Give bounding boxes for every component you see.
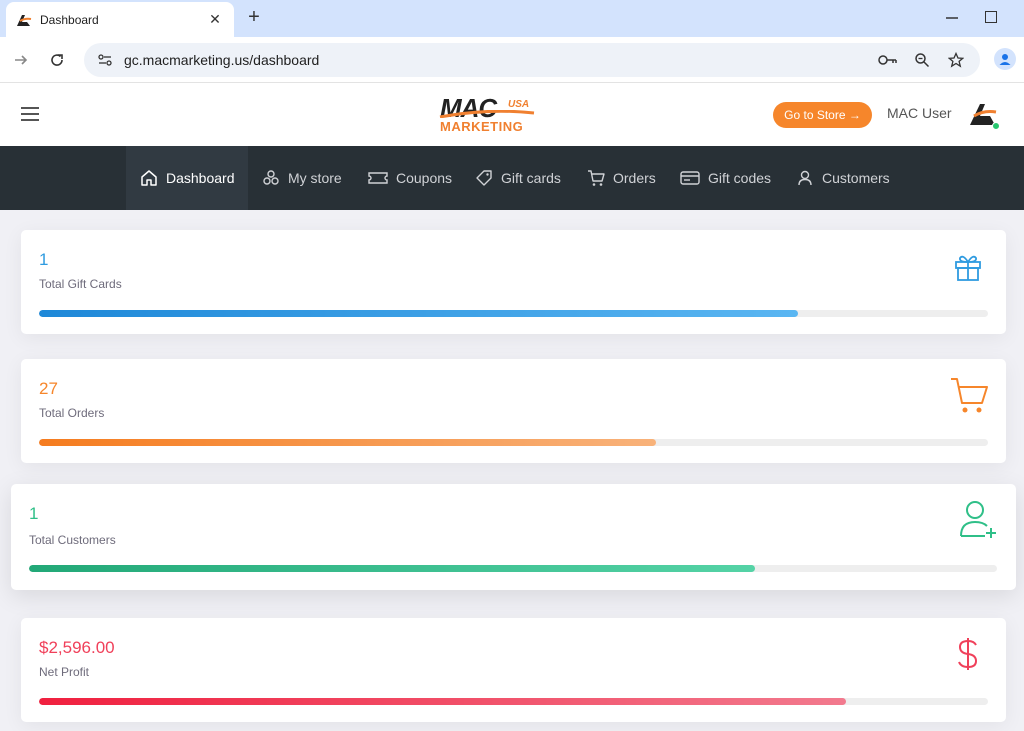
nav-label: Orders <box>613 170 656 186</box>
customers-progress-fill <box>29 565 755 572</box>
avatar[interactable] <box>968 101 1002 131</box>
nav-label: Dashboard <box>166 170 235 186</box>
stat-value: 1 <box>29 504 39 523</box>
tab-title: Dashboard <box>40 12 99 27</box>
stat-card-net-profit: $2,596.00 Net Profit <box>21 618 1006 722</box>
nav-label: My store <box>288 170 342 186</box>
minimize-icon[interactable] <box>944 8 960 28</box>
password-key-icon[interactable] <box>878 50 898 70</box>
nav-item-coupons[interactable]: Coupons <box>354 146 466 210</box>
nav-label: Gift cards <box>501 170 561 186</box>
profile-icon[interactable] <box>994 48 1016 70</box>
stat-label: Total Gift Cards <box>39 277 122 291</box>
cart-icon <box>587 169 605 187</box>
user-name[interactable]: MAC User <box>887 105 952 121</box>
maximize-icon[interactable] <box>985 11 997 23</box>
app-header: MAC USA MARKETING Go to Store → MAC User <box>0 83 1024 146</box>
user-icon <box>796 169 814 187</box>
nav-item-customers[interactable]: Customers <box>782 146 904 210</box>
stat-card-customers: 1 Total Customers <box>11 484 1016 590</box>
card-icon <box>680 169 700 187</box>
nav-label: Coupons <box>396 170 453 186</box>
tag-icon <box>475 169 493 187</box>
forward-icon[interactable] <box>10 49 32 71</box>
nav-item-orders[interactable]: Orders <box>573 146 670 210</box>
user-plus-icon <box>957 498 999 540</box>
stat-label: Total Orders <box>39 406 105 420</box>
stat-value: $2,596.00 <box>39 638 115 657</box>
ticket-icon <box>368 169 388 187</box>
brand-logo[interactable]: MAC USA MARKETING <box>436 93 540 137</box>
nav-item-gift-codes[interactable]: Gift codes <box>666 146 785 210</box>
browser-tabstrip: Dashboard ✕ + <box>0 0 1024 37</box>
gift-cards-progress-fill <box>39 310 799 317</box>
logo-marketing-text: MARKETING <box>440 119 524 134</box>
orders-progress-track <box>39 439 988 446</box>
favicon-icon <box>16 12 32 28</box>
address-bar[interactable]: gc.macmarketing.us/dashboard <box>84 43 980 77</box>
dollar-icon <box>953 636 983 672</box>
net-profit-progress-track <box>39 698 988 705</box>
tab-close-icon[interactable]: ✕ <box>206 11 224 28</box>
new-tab-button[interactable]: + <box>243 6 265 28</box>
nav-item-dashboard[interactable]: Dashboard <box>126 146 248 210</box>
customers-progress-track <box>29 565 997 572</box>
nav-item-gift-cards[interactable]: Gift cards <box>461 146 575 210</box>
nav-label: Customers <box>822 170 890 186</box>
browser-toolbar: gc.macmarketing.us/dashboard <box>0 37 1024 83</box>
stat-value: 1 <box>39 250 49 269</box>
store-icon <box>262 169 280 187</box>
stat-card-orders: 27 Total Orders <box>21 359 1006 463</box>
nav-item-my-store[interactable]: My store <box>248 146 356 210</box>
url-text[interactable]: gc.macmarketing.us/dashboard <box>124 52 878 68</box>
stat-label: Total Customers <box>29 533 116 547</box>
reload-icon[interactable] <box>46 49 68 71</box>
online-status-dot <box>992 122 1000 130</box>
shopping-cart-icon <box>949 377 989 415</box>
zoom-icon[interactable] <box>912 50 932 70</box>
stat-label: Net Profit <box>39 665 90 679</box>
site-info-icon[interactable] <box>96 51 114 69</box>
gift-icon <box>951 250 985 284</box>
logo-swoosh-icon <box>439 110 535 118</box>
menu-icon[interactable] <box>21 107 39 121</box>
gift-cards-progress-track <box>39 310 988 317</box>
stat-value: 27 <box>39 379 58 398</box>
logo-usa-text: USA <box>508 99 530 110</box>
home-icon <box>140 169 158 187</box>
go-to-store-button[interactable]: Go to Store → <box>773 102 872 128</box>
orders-progress-fill <box>39 439 656 446</box>
stat-card-gift-cards: 1 Total Gift Cards <box>21 230 1006 334</box>
main-nav: Dashboard My store Coupons Gift cards Or… <box>0 146 1024 210</box>
nav-label: Gift codes <box>708 170 772 186</box>
net-profit-progress-fill <box>39 698 846 705</box>
bookmark-star-icon[interactable] <box>946 50 966 70</box>
browser-tab[interactable]: Dashboard ✕ <box>6 2 234 37</box>
